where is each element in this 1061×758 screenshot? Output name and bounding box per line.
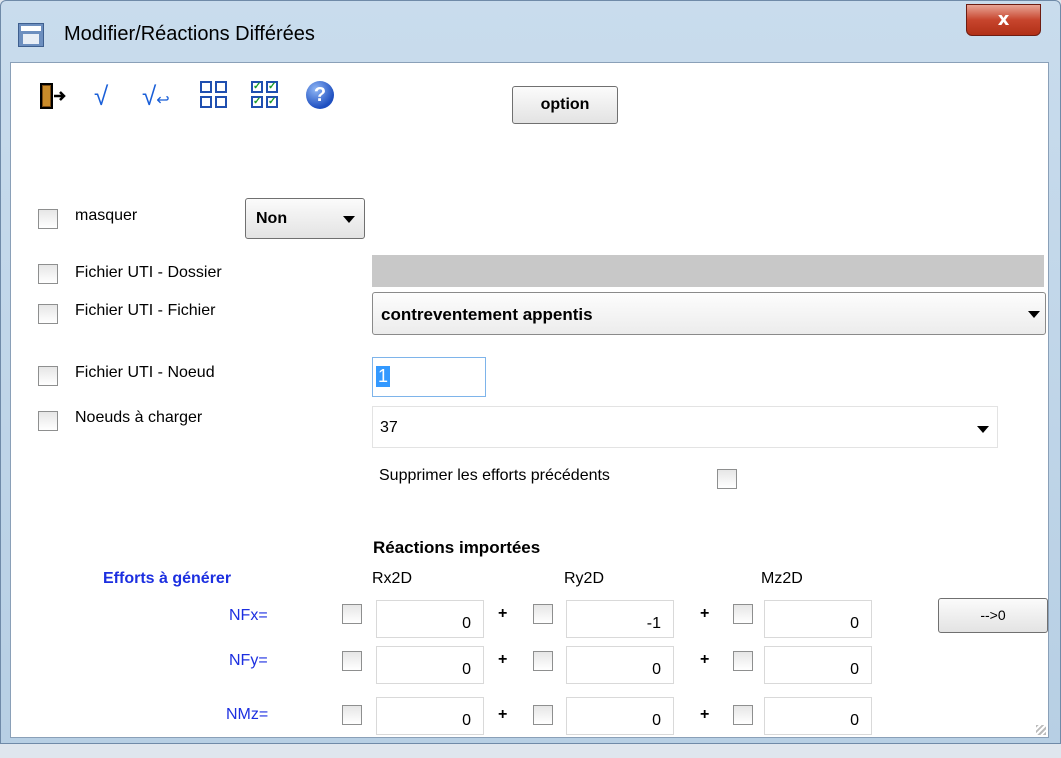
option-button[interactable]: option bbox=[512, 86, 618, 124]
nfy-rx-input[interactable]: 0 bbox=[376, 646, 484, 684]
plus-sign: + bbox=[498, 706, 508, 723]
charger-label: Noeuds à charger bbox=[75, 409, 203, 426]
masquer-value: Non bbox=[256, 210, 288, 227]
dossier-label: Fichier UTI - Dossier bbox=[75, 264, 222, 281]
fichier-dropdown[interactable]: contreventement appentis bbox=[372, 292, 1046, 335]
nmz-rx-input[interactable]: 0 bbox=[376, 697, 484, 735]
nfx-mz-checkbox[interactable] bbox=[733, 604, 753, 624]
nfx-rx-checkbox[interactable] bbox=[342, 604, 362, 624]
fichier-checkbox[interactable] bbox=[38, 304, 58, 324]
nfx-mz-input[interactable]: 0 bbox=[764, 600, 872, 638]
resize-grip-icon[interactable] bbox=[1036, 725, 1046, 735]
checked-grid-icon[interactable]: ✓ ✓ ✓ ✓ bbox=[251, 81, 281, 111]
help-icon[interactable]: ? bbox=[306, 81, 334, 109]
chevron-down-icon bbox=[343, 216, 355, 223]
masquer-checkbox[interactable] bbox=[38, 209, 58, 229]
title-bar[interactable]: Modifier/Réactions Différées x bbox=[1, 1, 1060, 63]
app-icon bbox=[18, 23, 44, 47]
nfx-ry-checkbox[interactable] bbox=[533, 604, 553, 624]
charger-value: 37 bbox=[380, 419, 398, 436]
column-rx2d: Rx2D bbox=[372, 570, 413, 587]
supprimer-label: Supprimer les efforts précédents bbox=[379, 467, 610, 484]
nfx-rx-input[interactable]: 0 bbox=[376, 600, 484, 638]
nfy-ry-input[interactable]: 0 bbox=[566, 646, 674, 684]
column-ry2d: Ry2D bbox=[564, 570, 605, 587]
empty-grid-icon[interactable] bbox=[200, 81, 230, 111]
plus-sign: + bbox=[700, 651, 710, 668]
fichier-label: Fichier UTI - Fichier bbox=[75, 302, 216, 319]
dossier-field bbox=[372, 255, 1044, 287]
fichier-value: contreventement appentis bbox=[381, 305, 593, 324]
return-arrow-icon: ↩ bbox=[156, 92, 170, 109]
nmz-rx-checkbox[interactable] bbox=[342, 705, 362, 725]
dossier-checkbox[interactable] bbox=[38, 264, 58, 284]
row-label-nfy: NFy= bbox=[229, 652, 268, 669]
plus-sign: + bbox=[498, 605, 508, 622]
window-title: Modifier/Réactions Différées bbox=[64, 23, 315, 45]
plus-sign: + bbox=[700, 706, 710, 723]
nfx-ry-input[interactable]: -1 bbox=[566, 600, 674, 638]
nfy-mz-input[interactable]: 0 bbox=[764, 646, 872, 684]
plus-sign: + bbox=[700, 605, 710, 622]
nfy-rx-checkbox[interactable] bbox=[342, 651, 362, 671]
reactions-title: Réactions importées bbox=[373, 538, 541, 557]
chevron-down-icon bbox=[977, 426, 989, 433]
column-mz2d: Mz2D bbox=[761, 570, 803, 587]
masquer-label: masquer bbox=[75, 207, 138, 224]
nfy-mz-checkbox[interactable] bbox=[733, 651, 753, 671]
supprimer-checkbox[interactable] bbox=[717, 469, 737, 489]
dialog-client-area bbox=[10, 62, 1049, 738]
nmz-mz-checkbox[interactable] bbox=[733, 705, 753, 725]
nmz-mz-input[interactable]: 0 bbox=[764, 697, 872, 735]
chevron-down-icon bbox=[1028, 311, 1040, 318]
charger-dropdown[interactable]: 37 bbox=[372, 406, 998, 448]
sqrt-return-icon[interactable]: √↩ bbox=[142, 81, 170, 111]
exit-icon[interactable] bbox=[38, 81, 68, 111]
row-label-nfx: NFx= bbox=[229, 607, 268, 624]
nmz-ry-input[interactable]: 0 bbox=[566, 697, 674, 735]
row-label-nmz: NMz= bbox=[226, 706, 269, 723]
noeud-checkbox[interactable] bbox=[38, 366, 58, 386]
sqrt-return-glyph: √ bbox=[142, 81, 157, 111]
plus-sign: + bbox=[498, 651, 508, 668]
noeud-input[interactable]: 1 bbox=[372, 357, 486, 397]
noeud-value: 1 bbox=[376, 366, 391, 387]
reset-to-zero-button[interactable]: -->0 bbox=[938, 598, 1048, 633]
masquer-dropdown[interactable]: Non bbox=[245, 198, 365, 239]
efforts-label: Efforts à générer bbox=[103, 570, 232, 587]
sqrt-icon[interactable]: √ bbox=[94, 81, 108, 111]
nmz-ry-checkbox[interactable] bbox=[533, 705, 553, 725]
charger-checkbox[interactable] bbox=[38, 411, 58, 431]
close-button[interactable]: x bbox=[966, 4, 1041, 36]
nfy-ry-checkbox[interactable] bbox=[533, 651, 553, 671]
noeud-label: Fichier UTI - Noeud bbox=[75, 364, 215, 381]
